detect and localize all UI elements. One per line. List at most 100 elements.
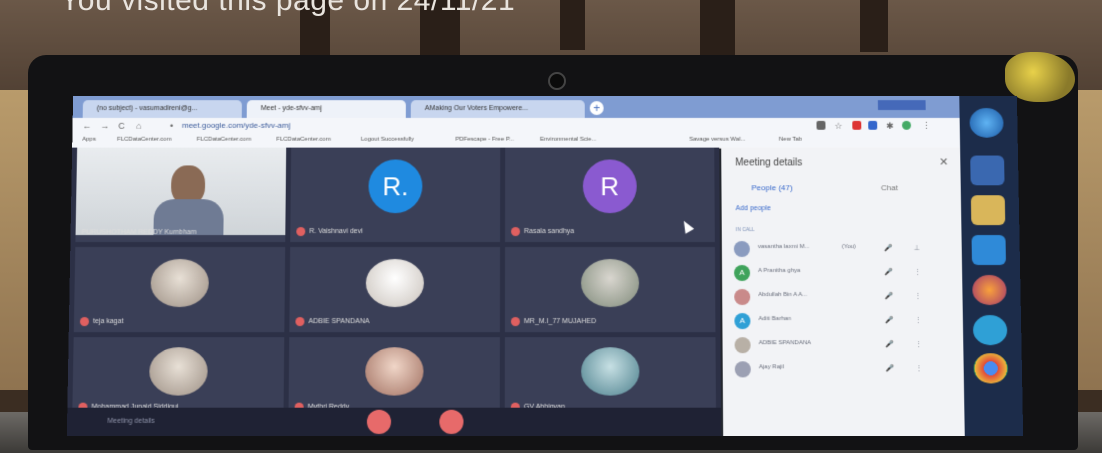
tab-voters[interactable]: AMaking Our Voters Empowere... [411, 100, 585, 118]
more-icon[interactable]: ⋮ [915, 340, 922, 348]
bookmark-flc-1[interactable]: FLCDataCenter.com [117, 137, 172, 143]
participant-tile[interactable]: Mohammad Junaid Siddiqui [72, 337, 284, 418]
forward-icon[interactable]: → [100, 121, 109, 131]
bookmark-apps[interactable]: Apps [82, 137, 96, 143]
participant-list-item[interactable]: ADBIE SPANDANA 🎤 ⋮ [735, 335, 956, 355]
tab-people[interactable]: People (47) [751, 183, 792, 192]
participant-name-row: ADBIE SPANDANA [295, 317, 369, 326]
mic-off-icon[interactable]: 🎤 [885, 316, 894, 324]
mic-toggle-button[interactable] [367, 410, 391, 434]
participant-name: ADBIE SPANDANA [759, 340, 811, 346]
home-icon[interactable]: ⌂ [136, 121, 142, 131]
participant-name: PURUSHOTHAM REDDY Kumbham [82, 229, 197, 236]
more-icon[interactable]: ⋮ [914, 292, 921, 300]
tab-meet[interactable]: Meet - yde-sfvv-amj [247, 100, 406, 118]
shelf-4 [700, 0, 735, 58]
shelf-5 [860, 0, 888, 52]
participant-tile[interactable]: MR_M.I_77 MUJAHED [505, 247, 716, 332]
camera-extension-icon[interactable] [816, 121, 825, 130]
puzzle-icon[interactable]: ✱ [886, 121, 894, 132]
participant-photo [581, 259, 639, 307]
participant-list-item[interactable]: A Aditi Barhan 🎤 ⋮ [734, 311, 955, 331]
profile-icon[interactable] [902, 121, 911, 130]
participant-name: Ajay Rajil [759, 364, 784, 370]
plant-decoration [1005, 52, 1075, 102]
star-icon[interactable]: ☆ [834, 121, 842, 132]
participant-tile[interactable]: GV Abhigyan [505, 337, 716, 418]
url-field[interactable]: meet.google.com/yde-sfvv-amj [182, 121, 290, 130]
visited-overlay-text: You visited this page on 24/11/21 [60, 0, 515, 18]
tab-chat[interactable]: Chat [881, 183, 898, 192]
participant-photo [365, 347, 424, 395]
mic-muted-icon [511, 317, 520, 326]
mic-off-icon[interactable]: 🎤 [884, 268, 893, 276]
new-tab-button[interactable]: + [590, 101, 604, 115]
extension-red-icon[interactable] [852, 121, 861, 130]
participant-name: Abdullah Bin A A... [758, 292, 807, 298]
close-icon[interactable]: ✕ [939, 156, 948, 169]
windows-taskbar [959, 96, 1023, 436]
panel-title: Meeting details [735, 158, 802, 169]
participant-name: vasantha laxmi M... [758, 244, 810, 250]
more-icon[interactable]: ⋮ [914, 268, 921, 276]
bookmark-flc-3[interactable]: FLCDataCenter.com [276, 137, 330, 143]
participant-list-item[interactable]: vasantha laxmi M... (You) 🎤 ⊥ [734, 239, 954, 259]
participant-name: ADBIE SPANDANA [308, 318, 369, 325]
back-icon[interactable]: ← [82, 121, 91, 131]
folder-icon[interactable] [971, 195, 1005, 225]
participant-photo [150, 259, 209, 307]
bookmark-new-tab[interactable]: New Tab [779, 137, 802, 143]
shelf-3 [560, 0, 585, 50]
participant-tile[interactable]: PURUSHOTHAM REDDY Kumbham [75, 148, 286, 242]
mic-muted-icon [296, 227, 305, 236]
add-people-button[interactable]: Add people [736, 205, 771, 212]
participant-tile[interactable]: ADBIE SPANDANA [289, 247, 500, 332]
bookmark-savage[interactable]: Savage versus Wal... [689, 137, 745, 143]
mic-off-icon[interactable]: 🎤 [885, 340, 894, 348]
bookmark-flc-2[interactable]: FLCDataCenter.com [197, 137, 252, 143]
explorer-icon[interactable] [970, 156, 1004, 186]
mic-muted-icon [295, 317, 304, 326]
mic-off-icon[interactable]: 🎤 [885, 364, 894, 372]
participant-avatar [735, 337, 751, 353]
participant-name: teja kagat [93, 318, 124, 325]
participant-photo [366, 259, 424, 307]
webcam-icon [548, 72, 566, 90]
mic-off-icon[interactable]: 🎤 [884, 244, 893, 252]
more-icon[interactable]: ⋮ [915, 316, 922, 324]
bookmark-pdfescape[interactable]: PDFescape - Free P... [455, 137, 514, 143]
participant-list-item[interactable]: Ajay Rajil 🎤 ⋮ [735, 359, 956, 379]
mic-off-icon[interactable]: 🎤 [884, 292, 893, 300]
meet-grid: PURUSHOTHAM REDDY Kumbham R. R. Vaishnav… [67, 148, 721, 436]
mic-muted-icon [80, 317, 89, 326]
edge-icon[interactable] [973, 315, 1008, 345]
window-controls[interactable] [878, 100, 926, 110]
reload-icon[interactable]: C [118, 121, 125, 131]
menu-icon[interactable]: ⋮ [922, 121, 931, 132]
meet-controls-bar: Meeting details [67, 408, 721, 436]
participant-list-item[interactable]: A A Pranitha ghya 🎤 ⋮ [734, 263, 954, 283]
more-icon[interactable]: ⋮ [915, 364, 922, 372]
participant-tile[interactable]: R. R. Vaishnavi devi [290, 148, 500, 242]
chrome-icon[interactable] [973, 353, 1008, 383]
in-call-heading: IN CALL [736, 227, 755, 233]
tab-gmail[interactable]: (no subject) - vasumadireni@g... [83, 100, 242, 118]
participant-tile[interactable]: teja kagat [74, 247, 285, 332]
ie-icon[interactable] [972, 235, 1006, 265]
address-bar: ← → C ⌂ • meet.google.com/yde-sfvv-amj ☆… [72, 118, 1017, 134]
firefox-icon[interactable] [972, 275, 1007, 305]
laptop-screen: (no subject) - vasumadireni@g... Meet - … [67, 96, 1023, 436]
participant-name-row: Rasala sandhya [511, 227, 574, 236]
participant-name: Rasala sandhya [524, 228, 574, 235]
meeting-details-panel: Meeting details ✕ People (47) Chat Add p… [721, 148, 965, 436]
extension-blue-icon[interactable] [868, 121, 877, 130]
start-icon[interactable] [969, 108, 1003, 138]
participant-list-item[interactable]: Abdullah Bin A A... 🎤 ⋮ [734, 287, 955, 307]
pin-icon[interactable]: ⊥ [914, 244, 920, 252]
participant-name: R. Vaishnavi devi [309, 228, 363, 235]
bookmark-environmental[interactable]: Environmental Scie... [540, 137, 596, 143]
meeting-details-label[interactable]: Meeting details [107, 418, 154, 425]
participant-tile[interactable]: Mythri Reddy [288, 337, 499, 418]
camera-toggle-button[interactable] [439, 410, 463, 434]
bookmark-logout[interactable]: Logout Successfully [361, 137, 414, 143]
